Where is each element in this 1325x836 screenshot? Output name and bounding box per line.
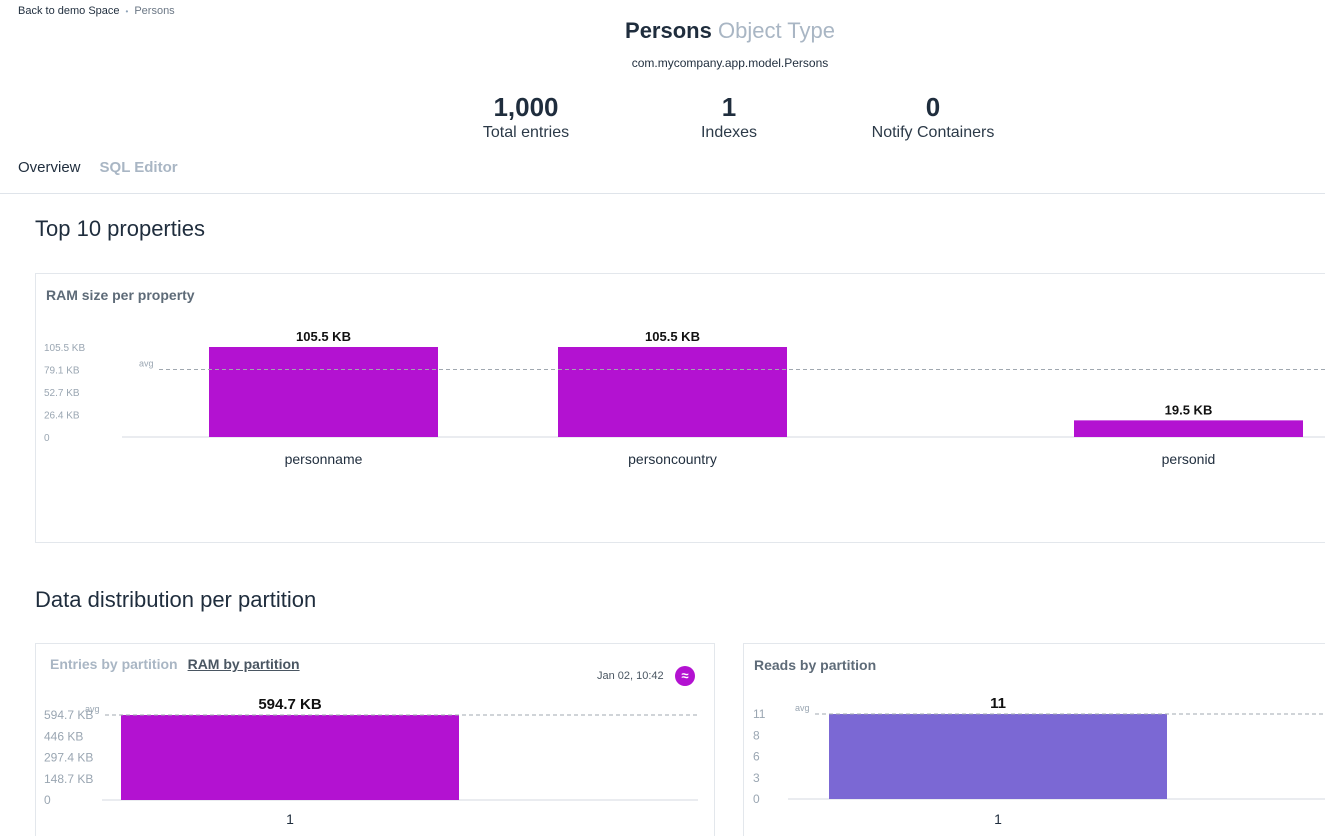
breadcrumb: Back to demo Space • Persons [18, 5, 175, 17]
bar [558, 347, 787, 437]
y-tick-label: 6 [753, 750, 760, 764]
bar-value-label: 594.7 KB [258, 696, 322, 713]
y-tick-label: 297.4 KB [44, 751, 93, 765]
y-tick-label: 26.4 KB [44, 411, 80, 422]
tab-divider [0, 193, 1325, 194]
avg-label: avg [139, 359, 154, 369]
y-tick-label: 0 [753, 792, 760, 806]
tab-sql-editor[interactable]: SQL Editor [100, 159, 178, 176]
y-tick-label: 8 [753, 728, 760, 742]
y-tick-label: 3 [753, 771, 760, 785]
class-name: com.mycompany.app.model.Persons [631, 56, 829, 70]
bar-value-label: 11 [990, 695, 1006, 712]
y-tick-label: 446 KB [44, 729, 83, 743]
ram-per-property-card: RAM size per property 0 26.4 KB 52.7 KB 79.… [35, 273, 1325, 543]
ram-per-property-chart: 0 26.4 KB 52.7 KB 79.1 KB 105.5 KB 105.5 KB pe… [44, 329, 1325, 467]
stat-label: Indexes [700, 124, 758, 141]
stat-total-entries: 1,000 Total entries [426, 92, 626, 142]
breadcrumb-separator-icon: • [125, 6, 129, 16]
y-tick-label: 105.5 KB [44, 343, 85, 354]
stat-label: Notify Containers [871, 124, 995, 141]
category-label: 1 [994, 811, 1002, 827]
stat-value: 1 [721, 92, 737, 122]
y-tick-label: 79.1 KB [44, 366, 80, 377]
y-tick-label: 0 [44, 433, 50, 444]
avg-label: avg [85, 704, 100, 714]
bar [121, 715, 459, 800]
y-tick-label: 0 [44, 793, 51, 807]
bar [209, 347, 438, 437]
section-title-top-properties: Top 10 properties [35, 216, 205, 241]
ram-by-partition-chart: 0148.7 KB297.4 KB446 KB594.7 KB594.7 KB1… [44, 696, 698, 827]
stat-label: Total entries [482, 124, 570, 141]
bar [1074, 420, 1303, 437]
y-tick-label: 52.7 KB [44, 388, 80, 399]
stat-value: 0 [925, 92, 941, 122]
category-label: personid [1162, 451, 1216, 467]
partition-card: Entries by partition RAM by partition Ja… [35, 643, 715, 836]
page-header: Persons Object Type com.mycompany.app.mo… [0, 18, 1325, 70]
page-title: Persons Object Type [0, 18, 1325, 44]
object-name: Persons [625, 18, 712, 43]
bar-value-label: 105.5 KB [296, 329, 351, 344]
section-title-distribution: Data distribution per partition [35, 587, 317, 612]
object-type-label: Object Type [717, 18, 835, 43]
tab-overview[interactable]: Overview [18, 159, 81, 176]
back-to-space-link[interactable]: Back to demo Space [18, 5, 120, 17]
stat-value: 1,000 [493, 92, 559, 122]
stat-indexes: 1 Indexes [629, 92, 829, 142]
breadcrumb-current: Persons [134, 5, 175, 17]
bar [829, 714, 1167, 799]
tab-bar: Overview SQL Editor [18, 159, 178, 176]
stat-notify-containers: 0 Notify Containers [833, 92, 1033, 142]
category-label: 1 [286, 811, 294, 827]
y-tick-label: 11 [753, 707, 766, 721]
category-label: personcountry [628, 451, 717, 467]
reads-card: Reads by partition 0 3 6 8 11 11 1 avg [743, 643, 1325, 836]
avg-label: avg [795, 703, 810, 713]
bar-value-label: 105.5 KB [645, 329, 700, 344]
stats-row: 1,000 Total entries 1 Indexes 0 Notify C… [0, 92, 1325, 152]
bar-value-label: 19.5 KB [1165, 402, 1213, 417]
reads-by-partition-chart: 036811111avg [753, 695, 1325, 827]
y-tick-label: 148.7 KB [44, 772, 93, 786]
category-label: personname [285, 451, 363, 467]
